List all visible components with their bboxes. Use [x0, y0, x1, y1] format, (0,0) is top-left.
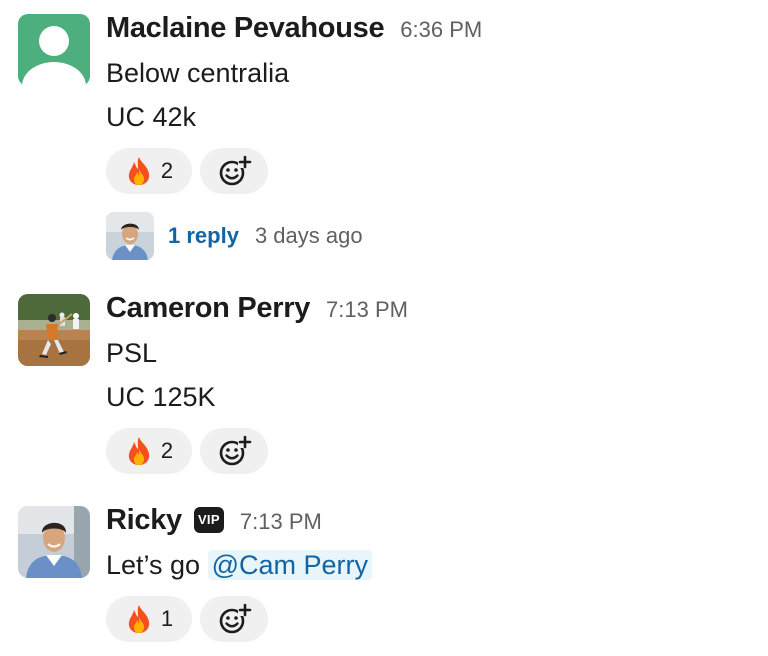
timestamp[interactable]: 7:13 PM [240, 509, 322, 535]
fire-emoji-icon [128, 157, 150, 185]
reaction-bar: 2 [106, 428, 268, 474]
default-user-avatar-icon [18, 14, 90, 86]
add-reaction-icon [219, 603, 252, 634]
add-reaction-button[interactable] [200, 148, 268, 194]
add-reaction-button[interactable] [200, 428, 268, 474]
profile-photo-avatar [18, 506, 90, 578]
thread-last-reply-time: 3 days ago [254, 223, 363, 248]
fire-emoji-icon [128, 437, 150, 465]
message-text: Let’s go [106, 550, 201, 580]
user-mention[interactable]: @Cam Perry [207, 550, 373, 580]
timestamp[interactable]: 6:36 PM [400, 17, 482, 43]
message-text-line: Below centralia [106, 58, 290, 88]
reaction-fire[interactable]: 1 [106, 596, 192, 642]
author-name[interactable]: Cameron Perry [106, 292, 310, 325]
message-header: Ricky VIP 7:13 PM [106, 504, 322, 538]
reaction-fire[interactable]: 2 [106, 428, 192, 474]
avatar-maclaine[interactable] [18, 14, 90, 86]
author-name[interactable]: Ricky [106, 504, 182, 537]
author-name[interactable]: Maclaine Pevahouse [106, 12, 385, 45]
baseball-photo-avatar [18, 294, 90, 366]
timestamp[interactable]: 7:13 PM [326, 297, 408, 323]
avatar-ricky[interactable] [18, 506, 90, 578]
reaction-bar: 2 [106, 148, 268, 194]
message-text-line: PSL [106, 338, 158, 368]
message-text-line: UC 42k [106, 102, 197, 132]
thread-summary[interactable]: 1 reply 3 days ago [106, 212, 363, 260]
message-header: Maclaine Pevahouse 6:36 PM [106, 12, 482, 45]
fire-emoji-icon [128, 605, 150, 633]
avatar-cameron[interactable] [18, 294, 90, 366]
thread-participant-avatar [106, 212, 154, 260]
thread-reply-count[interactable]: 1 reply [168, 223, 239, 249]
message-header: Cameron Perry 7:13 PM [106, 292, 408, 325]
vip-badge-icon: VIP [193, 507, 224, 533]
message-text-line: UC 125K [106, 382, 216, 412]
reaction-bar: 1 [106, 596, 268, 642]
add-reaction-button[interactable] [200, 596, 268, 642]
add-reaction-icon [219, 435, 252, 466]
reaction-count: 1 [160, 606, 174, 631]
reaction-count: 2 [160, 158, 174, 183]
reaction-count: 2 [160, 438, 174, 463]
message-text-line: Let’s go @Cam Perry [106, 548, 373, 582]
reaction-fire[interactable]: 2 [106, 148, 192, 194]
add-reaction-icon [219, 155, 252, 186]
